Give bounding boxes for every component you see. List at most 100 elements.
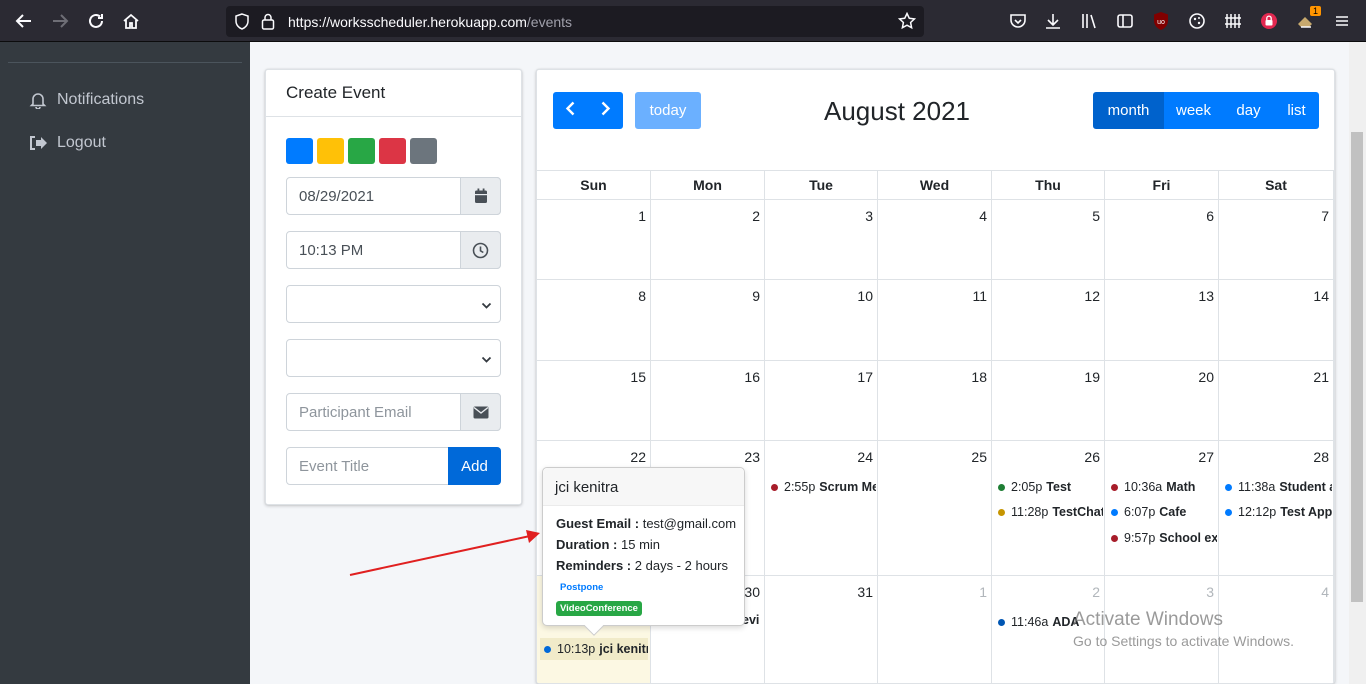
- color-swatch-blue[interactable]: [286, 138, 313, 164]
- day-cell[interactable]: 21: [1219, 361, 1334, 441]
- view-day-button[interactable]: day: [1223, 92, 1274, 129]
- day-cell[interactable]: 28 11:38a Student a 12:12p Test App: [1219, 441, 1334, 576]
- videoconference-badge[interactable]: VideoConference: [556, 601, 642, 616]
- day-cell[interactable]: 5: [992, 200, 1105, 280]
- day-cell[interactable]: 6: [1105, 200, 1219, 280]
- extension-badge-icon[interactable]: 1: [1295, 6, 1321, 32]
- day-cell[interactable]: 24 2:55p Scrum Me: [765, 441, 878, 576]
- day-number[interactable]: 20: [1198, 369, 1214, 385]
- calendar-event-selected[interactable]: 10:13p jci kenitr: [540, 638, 648, 660]
- day-number[interactable]: 18: [971, 369, 987, 385]
- select-field-1[interactable]: [286, 285, 501, 323]
- day-number[interactable]: 1: [979, 584, 987, 600]
- lock-icon[interactable]: [261, 13, 275, 35]
- day-cell[interactable]: 4: [878, 200, 992, 280]
- day-cell[interactable]: 18: [878, 361, 992, 441]
- day-number[interactable]: 22: [630, 449, 646, 465]
- download-icon[interactable]: [1042, 10, 1064, 32]
- day-cell[interactable]: 31: [765, 576, 878, 683]
- day-number[interactable]: 23: [744, 449, 760, 465]
- lock-extension-icon[interactable]: [1258, 10, 1280, 32]
- sidebar-item-notifications[interactable]: Notifications: [28, 88, 144, 112]
- envelope-icon[interactable]: [460, 393, 501, 431]
- shield-icon[interactable]: [234, 13, 250, 35]
- day-number[interactable]: 8: [638, 288, 646, 304]
- day-number[interactable]: 26: [1084, 449, 1100, 465]
- clock-icon[interactable]: [460, 231, 501, 269]
- day-number[interactable]: 28: [1313, 449, 1329, 465]
- day-number[interactable]: 7: [1321, 208, 1329, 224]
- sidebar-toggle-icon[interactable]: [1114, 10, 1136, 32]
- scrollbar-thumb[interactable]: [1351, 132, 1363, 602]
- day-number[interactable]: 13: [1198, 288, 1214, 304]
- postpone-badge[interactable]: Postpone: [556, 580, 608, 595]
- color-swatch-green[interactable]: [348, 138, 375, 164]
- library-icon[interactable]: [1078, 10, 1100, 32]
- day-cell[interactable]: 11: [878, 280, 992, 361]
- day-number[interactable]: 4: [1321, 584, 1329, 600]
- sidebar-item-logout[interactable]: Logout: [28, 131, 106, 155]
- bookmark-star-icon[interactable]: [897, 11, 917, 35]
- day-cell[interactable]: 1: [878, 576, 992, 683]
- day-number[interactable]: 31: [857, 584, 873, 600]
- color-swatch-yellow[interactable]: [317, 138, 344, 164]
- day-cell[interactable]: 16: [651, 361, 765, 441]
- forward-icon[interactable]: [48, 9, 72, 33]
- day-cell[interactable]: 27 10:36a Math 6:07p Cafe 9:57p School ex: [1105, 441, 1219, 576]
- view-week-button[interactable]: week: [1164, 92, 1223, 129]
- calendar-event[interactable]: 11:38a Student a: [1225, 478, 1332, 496]
- page-scrollbar[interactable]: [1349, 42, 1366, 684]
- day-cell[interactable]: 10: [765, 280, 878, 361]
- view-list-button[interactable]: list: [1274, 92, 1319, 129]
- time-field[interactable]: 10:13 PM: [286, 231, 501, 269]
- day-cell[interactable]: 8: [537, 280, 651, 361]
- day-number[interactable]: 24: [857, 449, 873, 465]
- calendar-event[interactable]: 9:57p School ex: [1111, 529, 1217, 547]
- view-month-button[interactable]: month: [1093, 92, 1164, 129]
- prev-button[interactable]: [553, 92, 588, 129]
- day-number[interactable]: 16: [744, 369, 760, 385]
- day-number[interactable]: 5: [1092, 208, 1100, 224]
- day-number[interactable]: 14: [1313, 288, 1329, 304]
- date-field[interactable]: 08/29/2021: [286, 177, 501, 215]
- day-cell[interactable]: 17: [765, 361, 878, 441]
- calendar-event[interactable]: 12:12p Test App: [1225, 503, 1332, 521]
- menu-icon[interactable]: [1331, 10, 1353, 32]
- day-cell[interactable]: 2: [651, 200, 765, 280]
- day-cell[interactable]: 20: [1105, 361, 1219, 441]
- calendar-event[interactable]: 2:05p Test: [998, 478, 1103, 496]
- day-number[interactable]: 12: [1084, 288, 1100, 304]
- day-number[interactable]: 10: [857, 288, 873, 304]
- day-cell[interactable]: 19: [992, 361, 1105, 441]
- day-number[interactable]: 25: [971, 449, 987, 465]
- day-cell[interactable]: 13: [1105, 280, 1219, 361]
- ublock-icon[interactable]: uo: [1150, 10, 1172, 32]
- day-number[interactable]: 6: [1206, 208, 1214, 224]
- day-number[interactable]: 15: [630, 369, 646, 385]
- day-cell[interactable]: 7: [1219, 200, 1334, 280]
- day-cell[interactable]: 3: [765, 200, 878, 280]
- day-number[interactable]: 1: [638, 208, 646, 224]
- day-number[interactable]: 9: [752, 288, 760, 304]
- extension-grid-icon[interactable]: [1222, 10, 1244, 32]
- reload-icon[interactable]: [84, 9, 108, 33]
- day-number[interactable]: 30: [744, 584, 760, 600]
- day-cell[interactable]: 9: [651, 280, 765, 361]
- calendar-event[interactable]: 10:36a Math: [1111, 478, 1217, 496]
- day-cell[interactable]: 25: [878, 441, 992, 576]
- day-cell[interactable]: 15: [537, 361, 651, 441]
- url-bar[interactable]: https://worksscheduler.herokuapp.com/eve…: [226, 6, 924, 37]
- color-swatch-gray[interactable]: [410, 138, 437, 164]
- participant-email-input[interactable]: Participant Email: [286, 393, 501, 431]
- back-icon[interactable]: [12, 9, 36, 33]
- day-number[interactable]: 21: [1313, 369, 1329, 385]
- calendar-event[interactable]: 11:28p TestChat: [998, 503, 1103, 521]
- day-number[interactable]: 2: [1092, 584, 1100, 600]
- day-cell[interactable]: 14: [1219, 280, 1334, 361]
- day-number[interactable]: 11: [972, 288, 987, 304]
- day-number[interactable]: 3: [1206, 584, 1214, 600]
- home-icon[interactable]: [119, 9, 143, 33]
- day-cell[interactable]: 1: [537, 200, 651, 280]
- next-button[interactable]: [588, 92, 623, 129]
- day-cell[interactable]: 12: [992, 280, 1105, 361]
